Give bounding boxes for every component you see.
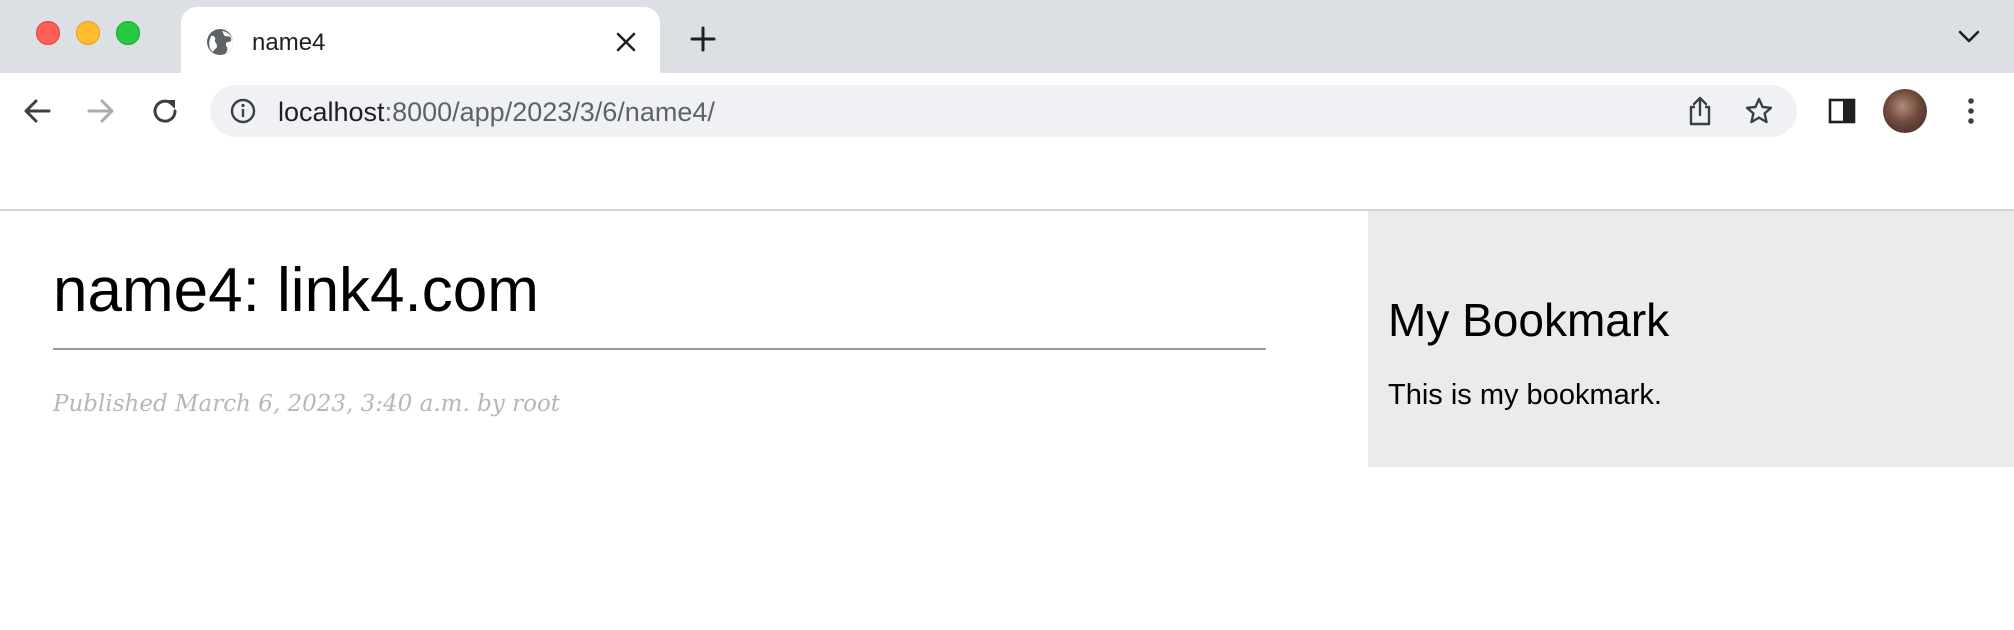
sidebar-title: My Bookmark [1388, 294, 1670, 346]
plus-icon[interactable] [689, 25, 717, 53]
info-icon[interactable] [230, 98, 256, 124]
back-arrow-icon[interactable] [22, 96, 52, 126]
kebab-menu-icon[interactable] [1956, 96, 1986, 126]
url-host: localhost [278, 97, 385, 127]
url-text: localhost:8000/app/2023/3/6/name4/ [278, 97, 715, 128]
reload-icon[interactable] [150, 96, 180, 126]
globe-icon [205, 27, 235, 57]
tab-strip: name4 [0, 0, 2014, 73]
star-icon[interactable] [1744, 96, 1774, 126]
url-path: :8000/app/2023/3/6/name4/ [384, 97, 715, 127]
browser-toolbar: localhost:8000/app/2023/3/6/name4/ [0, 73, 2014, 150]
avatar[interactable] [1883, 89, 1927, 133]
page-header-bar [0, 150, 2014, 211]
sidebar-text: This is my bookmark. [1388, 379, 1662, 411]
post-meta: Published March 6, 2023, 3:40 a.m. by ro… [53, 391, 561, 417]
tab-title: name4 [252, 29, 326, 56]
window-maximize-button[interactable] [116, 21, 140, 45]
close-icon[interactable] [615, 31, 637, 53]
side-panel-icon[interactable] [1828, 97, 1856, 125]
chevron-down-icon[interactable] [1958, 30, 1980, 44]
page-content: name4: link4.com Published March 6, 2023… [0, 211, 2014, 630]
title-divider [53, 348, 1266, 350]
post-title: name4: link4.com [53, 256, 539, 325]
address-bar[interactable]: localhost:8000/app/2023/3/6/name4/ [210, 85, 1797, 137]
forward-arrow-icon[interactable] [86, 96, 116, 126]
share-icon[interactable] [1685, 95, 1715, 127]
window-minimize-button[interactable] [76, 21, 100, 45]
window-close-button[interactable] [36, 21, 60, 45]
tab-active[interactable]: name4 [181, 7, 660, 73]
sidebar: My Bookmark This is my bookmark. [1368, 211, 2014, 467]
